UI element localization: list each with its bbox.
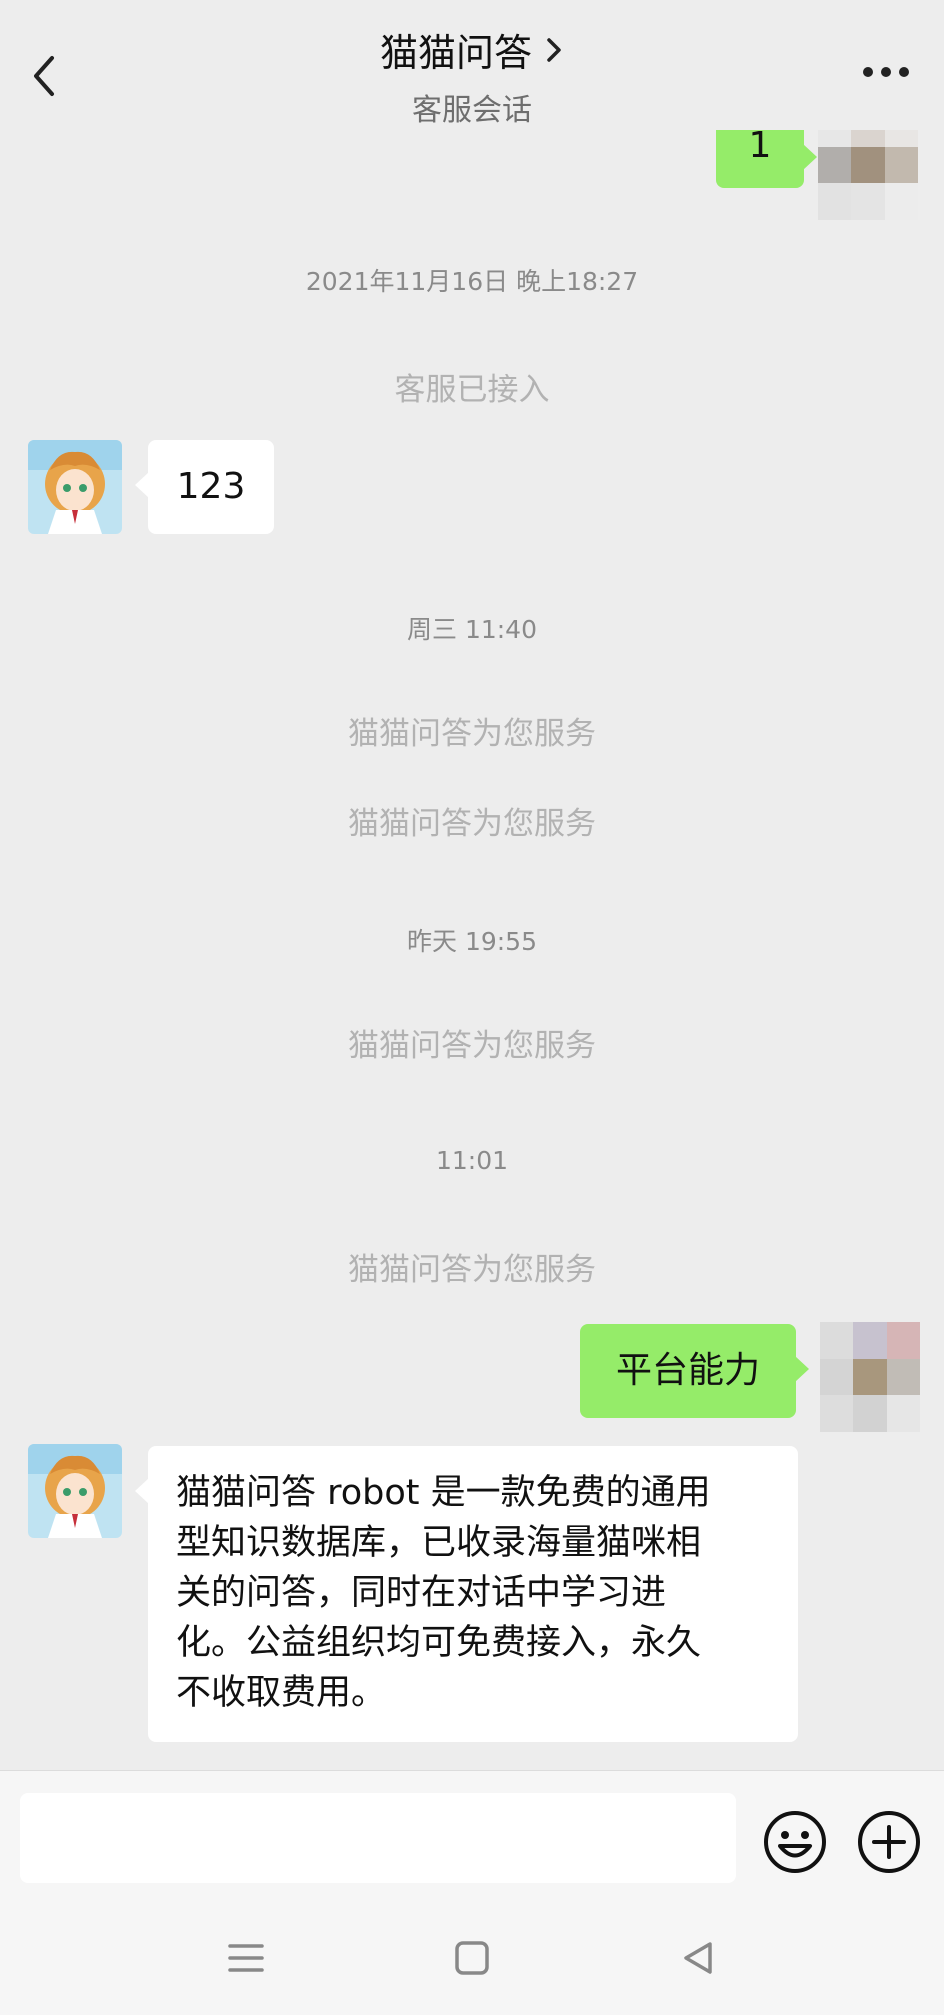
page-subtitle: 客服会话 <box>412 93 532 128</box>
bot-answer-line: 关的问答，同时在对话中学习进 <box>176 1573 667 1613</box>
timestamp: 昨天 19:55 <box>407 927 537 956</box>
message-input[interactable] <box>20 1793 736 1883</box>
system-notice: 猫猫问答为您服务 <box>348 716 596 752</box>
bot-answer-bubble[interactable]: 猫猫问答 robot 是一款免费的通用 型知识数据库，已收录海量猫咪相 关的问答… <box>135 1446 798 1742</box>
nav-back-button[interactable] <box>678 1938 718 1978</box>
chat-title[interactable]: 猫猫问答 <box>380 22 564 77</box>
message-input-bar <box>0 1770 944 1900</box>
user-message-text: 1 <box>748 125 772 166</box>
user-avatar[interactable] <box>820 1322 920 1432</box>
bot-answer-line: 型知识数据库，已收录海量猫咪相 <box>176 1523 702 1563</box>
menu-icon <box>228 1944 264 1972</box>
chevron-right-icon <box>547 37 561 62</box>
user-message-text: 平台能力 <box>615 1350 760 1391</box>
chat-message-list[interactable]: 1 2021年11月16日 晚上18:27 客服已接入 123 周三 11:40… <box>0 0 944 1770</box>
plus-icon <box>858 1811 920 1873</box>
bot-message-text: 123 <box>176 466 246 507</box>
header-title-block: 猫猫问答 客服会话 <box>0 22 944 129</box>
bot-avatar[interactable] <box>28 440 122 534</box>
back-triangle-icon <box>684 1942 712 1974</box>
emoji-icon <box>764 1811 826 1873</box>
system-notice: 猫猫问答为您服务 <box>348 1252 596 1288</box>
bot-avatar[interactable] <box>28 1444 122 1538</box>
user-message-bubble[interactable]: 平台能力 <box>580 1324 809 1418</box>
cat-girl-avatar-icon <box>28 1444 122 1538</box>
system-nav-bar <box>0 1900 944 2015</box>
cat-girl-avatar-icon <box>28 440 122 534</box>
chat-header: 猫猫问答 客服会话 <box>0 0 944 130</box>
system-notice: 猫猫问答为您服务 <box>348 806 596 842</box>
home-icon <box>455 1941 489 1975</box>
bot-answer-line: 不收取费用。 <box>176 1673 387 1713</box>
more-dots-icon <box>863 67 909 77</box>
more-options-button[interactable] <box>860 64 912 80</box>
page-title: 猫猫问答 <box>379 31 532 75</box>
system-notice: 猫猫问答为您服务 <box>348 1028 596 1064</box>
nav-menu-button[interactable] <box>226 1938 266 1978</box>
emoji-button[interactable] <box>762 1809 828 1875</box>
nav-home-button[interactable] <box>452 1938 492 1978</box>
timestamp: 2021年11月16日 晚上18:27 <box>305 267 639 296</box>
timestamp: 11:01 <box>435 1146 509 1175</box>
more-functions-button[interactable] <box>856 1809 922 1875</box>
timestamp: 周三 11:40 <box>407 615 537 644</box>
bot-message-bubble[interactable]: 123 <box>135 440 274 534</box>
system-notice: 客服已接入 <box>394 372 550 408</box>
bot-answer-line: 化。公益组织均可免费接入，永久 <box>176 1623 702 1663</box>
bot-answer-line: 猫猫问答 robot 是一款免费的通用 <box>176 1473 711 1513</box>
